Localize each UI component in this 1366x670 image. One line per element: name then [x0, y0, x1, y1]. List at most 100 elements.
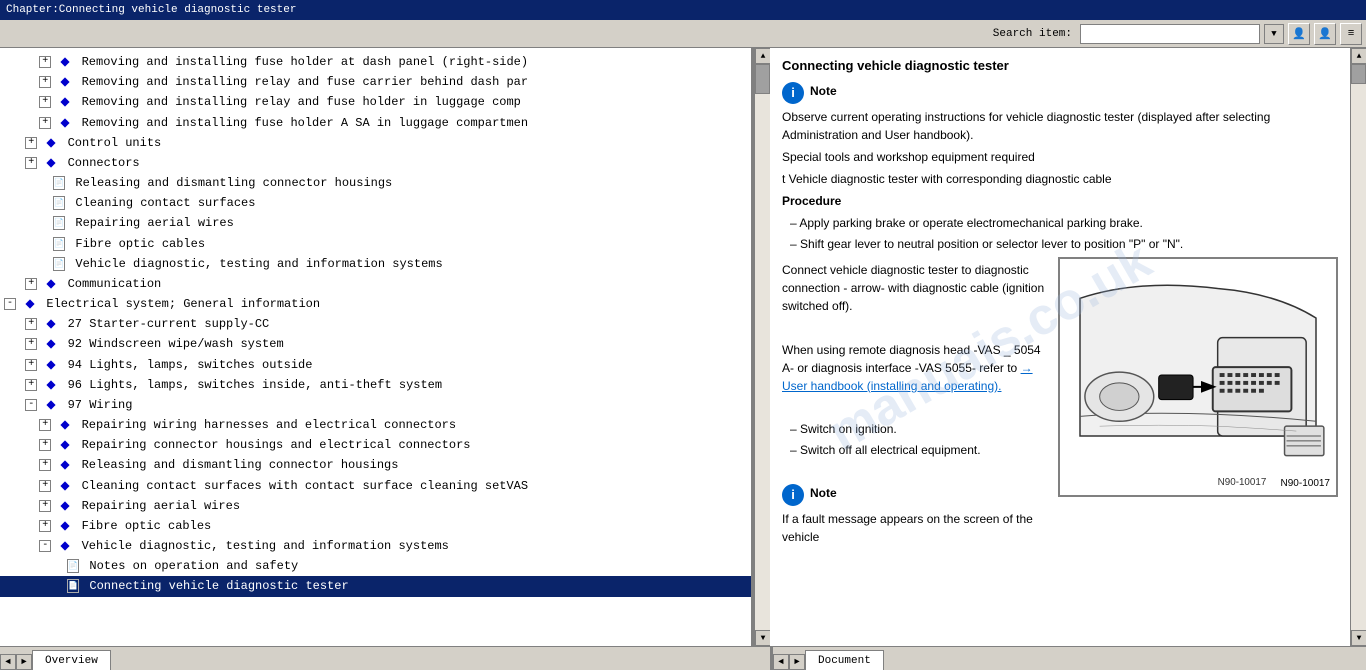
- note-text: Observe current operating instructions f…: [782, 108, 1338, 144]
- tree-item[interactable]: + Releasing and dismantling connector ho…: [0, 455, 751, 475]
- tree-item[interactable]: 📄 Notes on operation and safety: [0, 556, 751, 576]
- expand-icon[interactable]: +: [25, 157, 37, 169]
- note2-text: If a fault message appears on the screen…: [782, 510, 1050, 546]
- tree-text: Repairing wiring harnesses and electrica…: [82, 418, 456, 432]
- tree-item[interactable]: - Electrical system; General information: [0, 294, 751, 314]
- tree-content: + Removing and installing fuse holder at…: [0, 48, 751, 646]
- tree-text: Communication: [68, 277, 162, 291]
- svg-text:N90-10017: N90-10017: [1218, 477, 1267, 488]
- doc-content: manuais.co.uk Connecting vehicle diagnos…: [770, 48, 1350, 646]
- tree-item[interactable]: 📄 Repairing aerial wires: [0, 213, 751, 233]
- expand-icon[interactable]: +: [39, 419, 51, 431]
- tree-text: Releasing and dismantling connector hous…: [82, 458, 399, 472]
- expand-icon[interactable]: +: [25, 318, 37, 330]
- connect-text: Connect vehicle diagnostic tester to dia…: [782, 261, 1050, 315]
- search-input[interactable]: [1080, 24, 1260, 44]
- note-label: Note: [810, 82, 837, 100]
- tree-item[interactable]: - Vehicle diagnostic, testing and inform…: [0, 536, 751, 556]
- tab-right: ◄ ► Document: [770, 647, 1366, 670]
- tree-item[interactable]: + 92 Windscreen wipe/wash system: [0, 334, 751, 354]
- step-1: – Apply parking brake or operate electro…: [790, 214, 1338, 232]
- tree-item[interactable]: + Repairing wiring harnesses and electri…: [0, 415, 751, 435]
- tree-text: Removing and installing fuse holder A SA…: [82, 116, 528, 130]
- expand-icon[interactable]: -: [25, 399, 37, 411]
- toolbar-btn-3[interactable]: ≡: [1340, 23, 1362, 45]
- expand-icon[interactable]: +: [25, 137, 37, 149]
- scroll-up-btn[interactable]: ▲: [755, 48, 771, 64]
- scroll-down-btn[interactable]: ▼: [755, 630, 771, 646]
- toolbar-btn-2[interactable]: 👤: [1314, 23, 1336, 45]
- tree-item[interactable]: + 27 Starter-current supply-CC: [0, 314, 751, 334]
- tree-item[interactable]: 📄 Cleaning contact surfaces: [0, 193, 751, 213]
- tree-text: Electrical system; General information: [46, 297, 320, 311]
- expand-icon[interactable]: -: [39, 540, 51, 552]
- tree-item[interactable]: + Removing and installing fuse holder at…: [0, 52, 751, 72]
- note-box: i Note: [782, 82, 1338, 104]
- info-icon: i: [782, 82, 804, 104]
- title-bar: Chapter:Connecting vehicle diagnostic te…: [0, 0, 1366, 20]
- nav-arrow-right[interactable]: ►: [16, 654, 32, 670]
- expand-icon[interactable]: +: [39, 480, 51, 492]
- expand-icon[interactable]: -: [4, 298, 16, 310]
- expand-icon[interactable]: +: [39, 520, 51, 532]
- info-icon-2: i: [782, 484, 804, 506]
- tree-item[interactable]: + Fibre optic cables: [0, 516, 751, 536]
- tree-text: Repairing connector housings and electri…: [82, 438, 471, 452]
- right-scroll-thumb[interactable]: [1351, 64, 1366, 84]
- tree-item[interactable]: 📄 Fibre optic cables: [0, 234, 751, 254]
- tree-item[interactable]: 📄 Vehicle diagnostic, testing and inform…: [0, 254, 751, 274]
- tree-text: 27 Starter-current supply-CC: [68, 317, 270, 331]
- right-scroll-up-btn[interactable]: ▲: [1351, 48, 1366, 64]
- expand-icon[interactable]: +: [39, 76, 51, 88]
- tree-item[interactable]: + Removing and installing relay and fuse…: [0, 72, 751, 92]
- tree-item[interactable]: + Repairing connector housings and elect…: [0, 435, 751, 455]
- search-dropdown[interactable]: ▼: [1264, 24, 1284, 44]
- tree-item[interactable]: 📄 Releasing and dismantling connector ho…: [0, 173, 751, 193]
- tab-overview[interactable]: Overview: [32, 650, 111, 670]
- tree-text: Vehicle diagnostic, testing and informat…: [75, 257, 442, 271]
- nav-arrow-left[interactable]: ◄: [0, 654, 16, 670]
- note2-label: Note: [810, 484, 837, 502]
- tree-item-selected[interactable]: 📄 Connecting vehicle diagnostic tester: [0, 576, 751, 596]
- expand-icon[interactable]: +: [39, 56, 51, 68]
- expand-icon[interactable]: +: [25, 359, 37, 371]
- scroll-thumb[interactable]: [755, 64, 770, 94]
- tab-document[interactable]: Document: [805, 650, 884, 670]
- right-scrollbar[interactable]: ▲ ▼: [1350, 48, 1366, 646]
- tree-item[interactable]: + Removing and installing relay and fuse…: [0, 92, 751, 112]
- tree-item[interactable]: + Connectors: [0, 153, 751, 173]
- expand-icon[interactable]: +: [25, 278, 37, 290]
- tree-item[interactable]: - 97 Wiring: [0, 395, 751, 415]
- expand-icon[interactable]: +: [39, 500, 51, 512]
- tree-item[interactable]: + Communication: [0, 274, 751, 294]
- toolbar-btn-1[interactable]: 👤: [1288, 23, 1310, 45]
- nav-arrow-left-2[interactable]: ◄: [773, 654, 789, 670]
- tree-text: Removing and installing fuse holder at d…: [82, 55, 528, 69]
- nav-arrow-right-2[interactable]: ►: [789, 654, 805, 670]
- left-scrollbar[interactable]: ▲ ▼: [754, 48, 770, 646]
- main-content: + Removing and installing fuse holder at…: [0, 48, 1366, 646]
- doc-title: Connecting vehicle diagnostic tester: [782, 56, 1338, 76]
- expand-icon[interactable]: +: [39, 117, 51, 129]
- tree-item[interactable]: + 94 Lights, lamps, switches outside: [0, 355, 751, 375]
- tree-item[interactable]: + 96 Lights, lamps, switches inside, ant…: [0, 375, 751, 395]
- tree-item[interactable]: + Control units: [0, 133, 751, 153]
- diagram-section: Connect vehicle diagnostic tester to dia…: [782, 257, 1338, 550]
- expand-icon[interactable]: +: [39, 459, 51, 471]
- tree-item[interactable]: + Removing and installing fuse holder A …: [0, 113, 751, 133]
- right-scroll-down-btn[interactable]: ▼: [1351, 630, 1366, 646]
- tree-item[interactable]: + Cleaning contact surfaces with contact…: [0, 476, 751, 496]
- switch-on: – Switch on ignition.: [790, 420, 1050, 438]
- tree-text: Repairing aerial wires: [82, 499, 240, 513]
- expand-icon[interactable]: +: [39, 439, 51, 451]
- tree-text-selected: Connecting vehicle diagnostic tester: [89, 579, 348, 593]
- diagram-image: N90-10017 N90-10017: [1058, 257, 1338, 497]
- expand-icon[interactable]: +: [25, 379, 37, 391]
- dash-1: –: [790, 216, 799, 230]
- dash-2: –: [790, 237, 800, 251]
- tree-text: Notes on operation and safety: [89, 559, 298, 573]
- tree-item[interactable]: + Repairing aerial wires: [0, 496, 751, 516]
- tree-text: Cleaning contact surfaces: [75, 196, 255, 210]
- expand-icon[interactable]: +: [25, 338, 37, 350]
- expand-icon[interactable]: +: [39, 96, 51, 108]
